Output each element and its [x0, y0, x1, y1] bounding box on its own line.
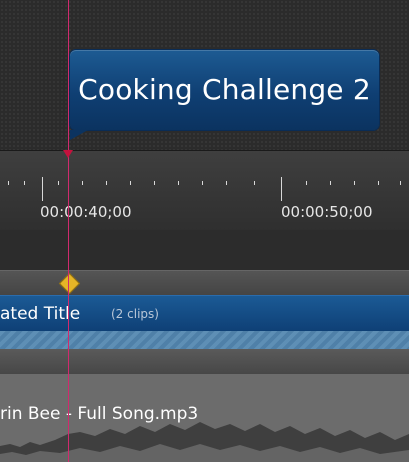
ruler-minor-tick [106, 181, 107, 185]
ruler-minor-tick [226, 181, 227, 185]
ruler-minor-tick [130, 181, 131, 185]
ruler-minor-tick [58, 181, 59, 185]
ruler-minor-tick [24, 181, 25, 185]
title-callout-text: Cooking Challenge 2 [78, 73, 371, 106]
preview-canvas: Cooking Challenge 2 [0, 0, 409, 150]
title-track-clip[interactable]: ated Title (2 clips) [0, 295, 409, 332]
ruler-label-50s: 00:00:50;00 [281, 203, 373, 221]
ruler-label-40s: 00:00:40;00 [40, 203, 132, 221]
callout-tail [70, 130, 88, 140]
ruler-minor-tick [254, 181, 255, 185]
track-gap [0, 230, 409, 270]
ruler-minor-tick [82, 181, 83, 185]
ruler-minor-tick [306, 181, 307, 185]
ruler-major-tick [42, 177, 43, 201]
ruler-major-tick [281, 177, 282, 201]
ruler-minor-tick [8, 181, 9, 185]
ruler-minor-tick [400, 181, 401, 185]
ruler-minor-tick [378, 181, 379, 185]
playhead-line[interactable] [68, 0, 69, 462]
audio-track-clip[interactable]: rin Bee - Full Song.mp3 [0, 374, 409, 462]
track-separator [0, 349, 409, 374]
ruler-minor-tick [178, 181, 179, 185]
timeline-ruler[interactable]: 00:00:40;00 00:00:50;00 [0, 150, 409, 231]
title-callout[interactable]: Cooking Challenge 2 [70, 50, 379, 140]
ruler-minor-tick [354, 181, 355, 185]
title-clip-count: (2 clips) [111, 307, 159, 321]
audio-clip-label: rin Bee - Full Song.mp3 [0, 404, 199, 424]
ruler-minor-tick [330, 181, 331, 185]
title-clip-stripe [0, 331, 409, 350]
ruler-minor-tick [154, 181, 155, 185]
ruler-minor-tick [202, 181, 203, 185]
